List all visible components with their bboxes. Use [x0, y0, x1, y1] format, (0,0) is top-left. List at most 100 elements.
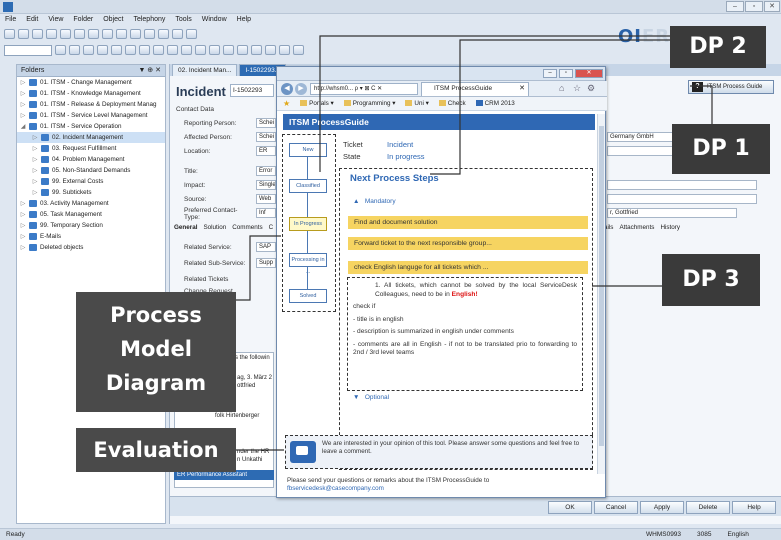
- fav-crm[interactable]: CRM 2013: [475, 100, 515, 107]
- tab-history[interactable]: History: [660, 224, 680, 231]
- affected-person-field[interactable]: Schei: [256, 132, 276, 142]
- toolbar-button[interactable]: [116, 29, 127, 39]
- expand-arrow-icon[interactable]: ▷: [20, 233, 26, 240]
- expand-arrow-icon[interactable]: ▷: [20, 79, 26, 86]
- step-forward-ticket[interactable]: Forward ticket to the next responsible g…: [348, 237, 588, 250]
- tab-c[interactable]: C: [269, 224, 274, 231]
- font-select[interactable]: [4, 44, 52, 56]
- tab-solution[interactable]: Solution: [203, 224, 226, 231]
- process-guide-button[interactable]: ? ITSM Process Guide: [688, 80, 774, 94]
- format-button[interactable]: [69, 45, 80, 55]
- impact-field[interactable]: Single: [256, 180, 276, 190]
- expand-arrow-icon[interactable]: ▷: [32, 178, 38, 185]
- folder-item[interactable]: ▷ 04. Problem Management: [17, 154, 165, 165]
- favorites-icon[interactable]: ★: [283, 99, 290, 108]
- tab-general[interactable]: General: [174, 224, 197, 231]
- process-node[interactable]: Classified: [289, 179, 327, 193]
- menu-folder[interactable]: Folder: [73, 14, 93, 26]
- toolbar-button[interactable]: [74, 29, 85, 39]
- folder-item[interactable]: ▷ 03. Request Fulfillment: [17, 143, 165, 154]
- format-button[interactable]: [237, 45, 248, 55]
- folder-item[interactable]: ▷ 03. Activity Management: [17, 198, 165, 209]
- toolbar-button[interactable]: [88, 29, 99, 39]
- related-subservice-field[interactable]: Supp: [256, 258, 276, 268]
- related-service-field[interactable]: SAP: [256, 242, 276, 252]
- menu-object[interactable]: Object: [103, 14, 123, 26]
- minimize-button[interactable]: –: [726, 1, 744, 12]
- step-check-english[interactable]: check English languge for all tickets wh…: [348, 261, 588, 274]
- location-field[interactable]: ER: [256, 146, 276, 156]
- menu-file[interactable]: File: [5, 14, 16, 26]
- reporting-person-field[interactable]: Schei: [256, 118, 276, 128]
- format-button[interactable]: [97, 45, 108, 55]
- expand-arrow-icon[interactable]: ▷: [20, 244, 26, 251]
- collapse-arrow-icon[interactable]: ◢: [20, 123, 26, 130]
- expand-arrow-icon[interactable]: ▷: [20, 101, 26, 108]
- title-field[interactable]: Error: [256, 166, 276, 176]
- toolbar-button[interactable]: [158, 29, 169, 39]
- expand-arrow-icon[interactable]: ▷: [20, 90, 26, 97]
- page-scrollbar[interactable]: [597, 114, 605, 474]
- popup-maximize-button[interactable]: ▫: [559, 69, 573, 78]
- expand-arrow-icon[interactable]: ▷: [20, 200, 26, 207]
- format-button[interactable]: [153, 45, 164, 55]
- popup-close-button[interactable]: ✕: [575, 69, 603, 78]
- format-button[interactable]: [167, 45, 178, 55]
- format-button[interactable]: [83, 45, 94, 55]
- format-button[interactable]: [125, 45, 136, 55]
- folder-pane-controls[interactable]: ▼ ⊕ ✕: [138, 65, 161, 76]
- folder-item[interactable]: ▷ 01. ITSM - Change Management: [17, 77, 165, 88]
- maximize-button[interactable]: ▫: [745, 1, 763, 12]
- apply-button[interactable]: Apply: [640, 501, 684, 514]
- folder-item[interactable]: ▷ 05. Non-Standard Demands: [17, 165, 165, 176]
- preferred-contact-field[interactable]: Inf: [256, 208, 276, 218]
- menu-window[interactable]: Window: [202, 14, 227, 26]
- toolbar-button[interactable]: [172, 29, 183, 39]
- tab-incident-management[interactable]: 02. Incident Man...: [172, 64, 238, 76]
- feedback-chat-icon[interactable]: [290, 441, 316, 463]
- close-button[interactable]: ✕: [764, 1, 780, 12]
- toolbar-button[interactable]: [4, 29, 15, 39]
- expand-arrow-icon[interactable]: ▷: [20, 222, 26, 229]
- subcategory-field[interactable]: [607, 194, 757, 204]
- process-node[interactable]: Processing in ...: [289, 253, 327, 275]
- popup-minimize-button[interactable]: –: [543, 69, 557, 78]
- tab-attachments[interactable]: Attachments: [619, 224, 654, 231]
- expand-arrow-icon[interactable]: ▷: [20, 112, 26, 119]
- process-node[interactable]: Solved: [289, 289, 327, 303]
- format-button[interactable]: [251, 45, 262, 55]
- folder-item[interactable]: ▷ E-Mails: [17, 231, 165, 242]
- folder-item[interactable]: ▷ 02. Incident Management: [17, 132, 165, 143]
- browser-tab[interactable]: ITSM ProcessGuide ✕: [421, 82, 529, 96]
- folder-item[interactable]: ▷ Deleted objects: [17, 242, 165, 253]
- menu-view[interactable]: View: [48, 14, 63, 26]
- format-button[interactable]: [223, 45, 234, 55]
- fav-programming[interactable]: Programming ▾: [343, 100, 395, 107]
- forward-arrow-icon[interactable]: ▶: [295, 83, 307, 95]
- expand-arrow-icon[interactable]: ▷: [32, 145, 38, 152]
- format-button[interactable]: [265, 45, 276, 55]
- mandatory-toggle[interactable]: ▲ Mandatory: [353, 198, 396, 205]
- folder-item[interactable]: ▷ 99. External Costs: [17, 176, 165, 187]
- expand-arrow-icon[interactable]: ▷: [32, 167, 38, 174]
- folder-item[interactable]: ▷ 01. ITSM - Service Level Management: [17, 110, 165, 121]
- back-arrow-icon[interactable]: ◀: [281, 83, 293, 95]
- format-button[interactable]: [209, 45, 220, 55]
- format-button[interactable]: [139, 45, 150, 55]
- format-button[interactable]: [195, 45, 206, 55]
- format-button[interactable]: [111, 45, 122, 55]
- toolbar-button[interactable]: [144, 29, 155, 39]
- menu-tools[interactable]: Tools: [175, 14, 191, 26]
- folder-item[interactable]: ▷ 01. ITSM - Knowledge Management: [17, 88, 165, 99]
- step-find-solution[interactable]: Find and document solution: [348, 216, 588, 229]
- expand-arrow-icon[interactable]: ▷: [32, 156, 38, 163]
- toolbar-button[interactable]: [32, 29, 43, 39]
- optional-toggle[interactable]: ▼ Optional: [353, 394, 389, 401]
- menu-edit[interactable]: Edit: [26, 14, 38, 26]
- expand-arrow-icon[interactable]: ▷: [32, 189, 38, 196]
- settings-gear-icon[interactable]: ⚙: [587, 83, 595, 94]
- toolbar-button[interactable]: [60, 29, 71, 39]
- fav-uni[interactable]: Uni ▾: [405, 100, 429, 107]
- toolbar-button[interactable]: [46, 29, 57, 39]
- tab-close-icon[interactable]: ✕: [519, 83, 525, 95]
